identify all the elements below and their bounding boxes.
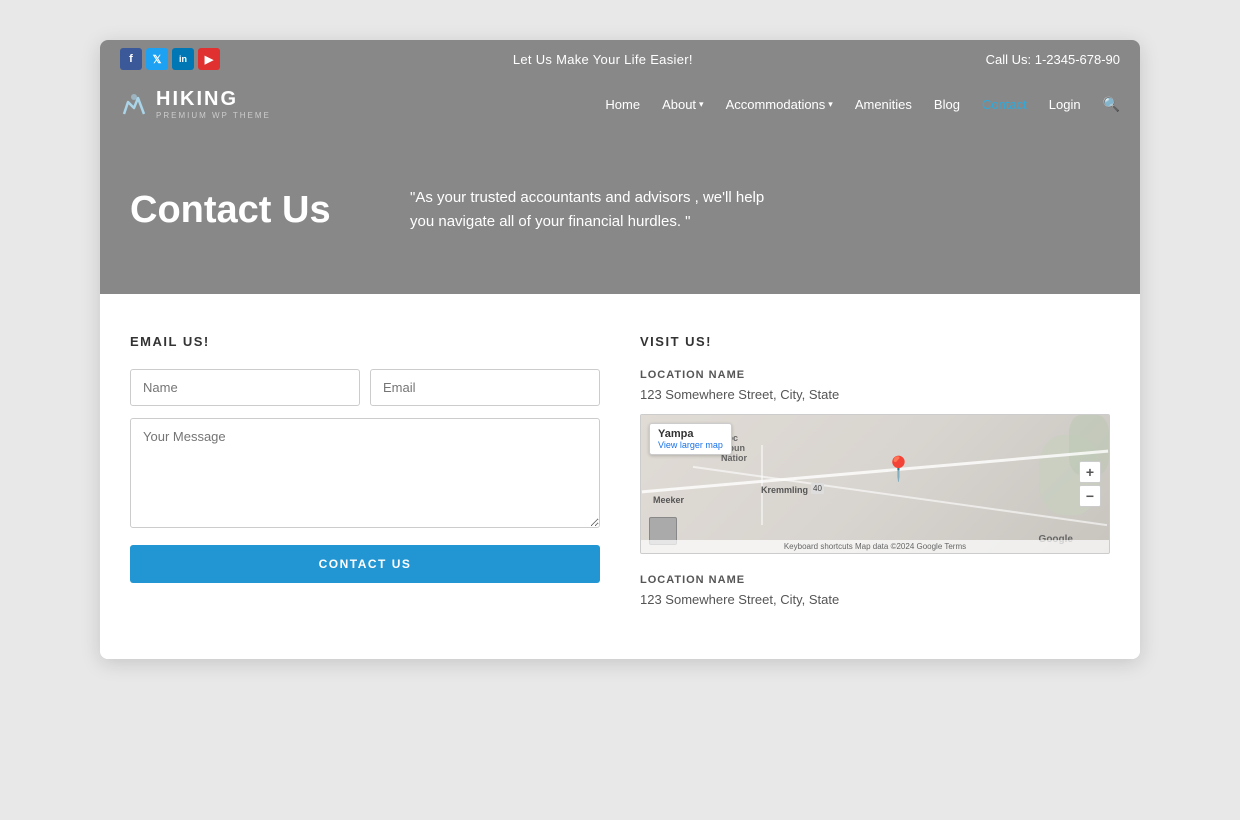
- zoom-in-button[interactable]: +: [1079, 461, 1101, 483]
- location-label-1: LOCATION NAME: [640, 369, 1110, 381]
- logo-name: HIKING: [156, 88, 271, 111]
- logo-subtitle: PREMIUM WP THEME: [156, 111, 271, 120]
- map-label-box: Yampa View larger map: [649, 423, 732, 455]
- hero-section: Contact Us "As your trusted accountants …: [100, 136, 1140, 294]
- email-section: EMAIL US! CONTACT US: [130, 334, 600, 619]
- nav-contact[interactable]: Contact: [982, 97, 1027, 112]
- phone-number: Call Us: 1-2345-678-90: [986, 52, 1120, 67]
- logo-text-wrap: HIKING PREMIUM WP THEME: [156, 88, 271, 120]
- top-bar: f 𝕏 in ▶ Let Us Make Your Life Easier! C…: [100, 40, 1140, 78]
- email-section-title: EMAIL US!: [130, 334, 600, 349]
- nav-menu: Home About ▾ Accommodations ▾ Amenities …: [605, 96, 1120, 113]
- nav-login[interactable]: Login: [1049, 97, 1081, 112]
- map-container[interactable]: RocMounNatior Meeker Kremmling 40 Yampa …: [640, 414, 1110, 554]
- visit-section-title: VISIT US!: [640, 334, 1110, 349]
- hero-title: Contact Us: [130, 189, 370, 232]
- twitter-icon[interactable]: 𝕏: [146, 48, 168, 70]
- social-icons: f 𝕏 in ▶: [120, 48, 220, 70]
- facebook-icon[interactable]: f: [120, 48, 142, 70]
- location-label-2: LOCATION NAME: [640, 574, 1110, 586]
- site-header: HIKING PREMIUM WP THEME Home About ▾ Acc…: [100, 78, 1140, 136]
- linkedin-icon[interactable]: in: [172, 48, 194, 70]
- location-address-2: 123 Somewhere Street, City, State: [640, 592, 1110, 607]
- youtube-icon[interactable]: ▶: [198, 48, 220, 70]
- hero-quote: "As your trusted accountants and advisor…: [410, 186, 790, 234]
- nav-blog[interactable]: Blog: [934, 97, 960, 112]
- contact-us-button[interactable]: CONTACT US: [130, 545, 600, 583]
- tagline: Let Us Make Your Life Easier!: [513, 52, 693, 67]
- nav-about[interactable]: About ▾: [662, 97, 704, 112]
- map-place-name: Yampa: [658, 428, 723, 440]
- browser-window: f 𝕏 in ▶ Let Us Make Your Life Easier! C…: [100, 40, 1140, 659]
- map-pin: 📍: [883, 455, 913, 484]
- message-textarea[interactable]: [130, 418, 600, 528]
- visit-section: VISIT US! LOCATION NAME 123 Somewhere St…: [640, 334, 1110, 619]
- main-content: EMAIL US! CONTACT US VISIT US! LOCATION …: [100, 294, 1140, 659]
- name-input[interactable]: [130, 369, 360, 406]
- map-inner: RocMounNatior Meeker Kremmling 40 Yampa …: [641, 415, 1109, 553]
- logo-icon: [120, 90, 148, 118]
- location-address-1: 123 Somewhere Street, City, State: [640, 387, 1110, 402]
- map-controls: + −: [1079, 461, 1101, 507]
- email-input[interactable]: [370, 369, 600, 406]
- logo-area: HIKING PREMIUM WP THEME: [120, 88, 271, 120]
- nav-accommodations[interactable]: Accommodations ▾: [726, 97, 833, 112]
- nav-amenities[interactable]: Amenities: [855, 97, 912, 112]
- form-name-email-row: [130, 369, 600, 406]
- nav-home[interactable]: Home: [605, 97, 640, 112]
- map-footer: Keyboard shortcuts Map data ©2024 Google…: [641, 540, 1109, 553]
- map-view-larger: View larger map: [658, 440, 723, 450]
- content-grid: EMAIL US! CONTACT US VISIT US! LOCATION …: [130, 334, 1110, 619]
- search-icon[interactable]: 🔍: [1103, 96, 1120, 113]
- zoom-out-button[interactable]: −: [1079, 485, 1101, 507]
